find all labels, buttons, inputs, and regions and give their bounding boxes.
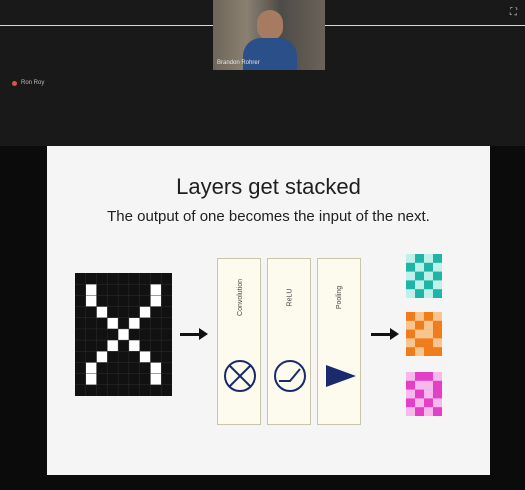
- convolution-icon: [224, 360, 256, 392]
- input-x-image: [75, 273, 172, 396]
- output-map-magenta: [406, 372, 442, 416]
- pooling-label: Pooling: [336, 285, 344, 309]
- relu-icon: [274, 360, 306, 392]
- output-map-orange: [406, 312, 442, 356]
- self-name-tag: Ron Roy: [12, 80, 44, 86]
- fullscreen-icon[interactable]: ⛶: [510, 8, 520, 18]
- meeting-bottom-bar: [0, 475, 525, 490]
- shared-slide: Layers get stacked The output of one bec…: [47, 146, 490, 475]
- self-name-label: Ron Roy: [21, 80, 45, 86]
- relu-panel: ReLU: [267, 258, 311, 425]
- slide-title: Layers get stacked: [176, 174, 361, 199]
- pooling-icon: [326, 365, 356, 387]
- speaker-head: [257, 10, 283, 40]
- muted-mic-icon: [12, 80, 17, 86]
- convolution-label: Convolution: [236, 278, 244, 316]
- convolution-panel: Convolution: [217, 258, 261, 425]
- pooling-panel: Pooling: [317, 258, 361, 425]
- slide-subtitle: The output of one becomes the input of t…: [107, 208, 430, 225]
- relu-label: ReLU: [286, 288, 294, 306]
- output-map-teal: [406, 254, 442, 298]
- speaker-name-label: Brandon Rohrer: [217, 60, 260, 66]
- speaker-video-tile[interactable]: Brandon Rohrer: [213, 0, 325, 70]
